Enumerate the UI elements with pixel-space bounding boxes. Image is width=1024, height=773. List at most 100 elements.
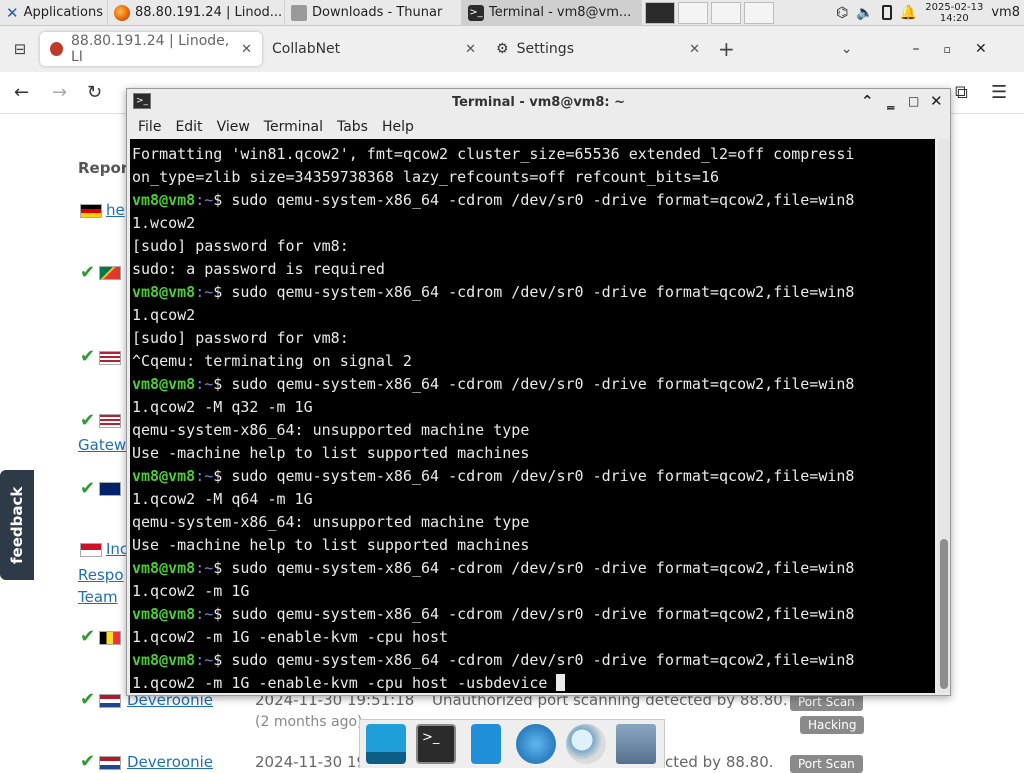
prompt-path: :~ — [195, 467, 214, 485]
shade-window-icon[interactable]: ⌃ — [861, 92, 874, 110]
menu-file[interactable]: File — [131, 119, 168, 135]
tab-label: 88.80.191.24 | Linode, LI — [71, 33, 230, 65]
prompt-path: :~ — [195, 651, 214, 669]
close-tab-icon[interactable]: ✕ — [689, 42, 700, 57]
taskbar-item-thunar[interactable]: Downloads - Thunar — [285, 0, 462, 26]
new-tab-icon[interactable]: + — [718, 37, 735, 61]
terminal-scrollbar[interactable] — [938, 139, 950, 693]
reporter-link[interactable]: he — [106, 201, 125, 219]
minimize-window-icon[interactable]: – — [913, 41, 920, 57]
page-heading: Repor — [78, 159, 129, 177]
output-text: 1.qcow2 -M q32 -m 1G — [132, 398, 313, 416]
workspace-3[interactable] — [711, 1, 741, 24]
close-window-icon[interactable]: ✕ — [930, 92, 943, 110]
volume-icon[interactable]: 🔈 — [856, 5, 873, 21]
network-icon[interactable]: ⌬ — [836, 5, 848, 21]
terminal-output[interactable]: Formatting 'win81.qcow2', fmt=qcow2 clus… — [130, 139, 935, 693]
web-browser-icon[interactable] — [516, 724, 556, 764]
terminal-line: Use -machine help to list supported mach… — [132, 534, 935, 557]
menu-terminal[interactable]: Terminal — [257, 119, 330, 135]
check-icon: ✔ — [80, 626, 96, 647]
report-date: 2024-11-30 19 — [255, 753, 367, 771]
terminal-line: Formatting 'win81.qcow2', fmt=qcow2 clus… — [132, 143, 935, 166]
maximize-window-icon[interactable]: ▫ — [944, 43, 951, 56]
terminal-title-bar[interactable]: >_ Terminal - vm8@vm8: ~ ⌃ ‗ □ ✕ — [127, 89, 950, 115]
show-desktop-icon[interactable] — [366, 724, 406, 764]
workspace-2[interactable] — [678, 1, 708, 24]
output-text: [sudo] password for vm8: — [132, 329, 349, 347]
report-desc: cted by 88.80. — [665, 753, 774, 771]
output-text: 1.qcow2 -M q64 -m 1G — [132, 490, 313, 508]
taskbar-item-firefox[interactable]: 88.80.191.24 | Linod... — [108, 0, 285, 26]
terminal-line: 1.wcow2 — [132, 212, 935, 235]
scrollbar-thumb[interactable] — [940, 539, 948, 689]
file-manager-icon[interactable] — [471, 724, 501, 764]
folder-icon[interactable] — [616, 724, 656, 764]
prompt-path: :~ — [195, 191, 214, 209]
command-text: $ sudo qemu-system-x86_64 -cdrom /dev/sr… — [213, 559, 855, 577]
terminal-line: 1.qcow2 -m 1G — [132, 580, 935, 603]
menu-help[interactable]: Help — [375, 119, 421, 135]
command-text: $ sudo qemu-system-x86_64 -cdrom /dev/sr… — [213, 191, 855, 209]
taskbar-item-terminal[interactable]: >_ Terminal - vm8@vm... — [462, 0, 642, 26]
prompt-path: :~ — [195, 559, 214, 577]
command-text: $ sudo qemu-system-x86_64 -cdrom /dev/sr… — [213, 605, 855, 623]
back-icon[interactable]: ← — [14, 82, 29, 103]
flag-netherlands-icon — [99, 694, 121, 708]
text-cursor — [556, 674, 566, 691]
check-icon: ✔ — [80, 751, 96, 772]
list-tabs-icon[interactable]: ⌄ — [841, 41, 853, 57]
applications-menu-button[interactable]: ✕ Applications ☰ — [0, 0, 108, 26]
reporter-link[interactable]: Gatew — [78, 436, 126, 454]
menu-tabs[interactable]: Tabs — [330, 119, 375, 135]
category-tag: Hacking — [800, 716, 865, 734]
maximize-window-icon[interactable]: □ — [908, 94, 919, 108]
reload-icon[interactable]: ↻ — [87, 82, 102, 103]
forward-icon[interactable]: → — [52, 82, 67, 103]
output-text: Use -machine help to list supported mach… — [132, 536, 530, 554]
clock[interactable]: 2025-02-13 14:20 — [925, 2, 983, 24]
firefox-icon — [114, 4, 130, 21]
output-text: Use -machine help to list supported mach… — [132, 444, 530, 462]
user-name[interactable]: vm8 — [991, 5, 1020, 20]
terminal-line: vm8@vm8:~$ sudo qemu-system-x86_64 -cdro… — [132, 465, 935, 488]
tab-settings[interactable]: ⚙ Settings ✕ — [486, 32, 710, 66]
check-icon: ✔ — [80, 689, 96, 710]
terminal-line: [sudo] password for vm8: — [132, 235, 935, 258]
flag-usa-icon — [99, 351, 121, 365]
taskbar-label: Terminal - vm8@vm... — [489, 5, 632, 20]
workspace-4[interactable] — [744, 1, 774, 24]
reporter-link[interactable]: Team — [78, 588, 118, 606]
tab-collabnet[interactable]: CollabNet ✕ — [262, 32, 486, 66]
close-tab-icon[interactable]: ✕ — [465, 42, 476, 57]
minimize-window-icon[interactable]: ‗ — [887, 92, 895, 110]
menu-view[interactable]: View — [210, 119, 257, 135]
current-input-text: 1.qcow2 -m 1G -enable-kvm -cpu host -usb… — [132, 674, 557, 692]
menu-edit[interactable]: Edit — [168, 119, 209, 135]
output-text: Formatting 'win81.qcow2', fmt=qcow2 clus… — [132, 145, 855, 163]
tab-overview-icon[interactable]: ⊟ — [0, 40, 40, 58]
check-icon: ✔ — [80, 262, 96, 283]
prompt-path: :~ — [195, 283, 214, 301]
workspace-1[interactable] — [645, 1, 675, 24]
terminal-menu-bar: File Edit View Terminal Tabs Help — [127, 115, 950, 139]
terminal-line: 1.qcow2 -m 1G -enable-kvm -cpu host -usb… — [132, 672, 935, 693]
terminal-emulator-icon[interactable]: >_ — [416, 724, 456, 764]
notification-bell-icon[interactable]: 🔔 — [900, 5, 917, 21]
reporter-link[interactable]: Inc — [106, 540, 128, 558]
close-window-icon[interactable]: ✕ — [975, 41, 987, 57]
feedback-button[interactable]: feedback — [0, 470, 34, 580]
close-tab-icon[interactable]: ✕ — [241, 42, 252, 57]
app-finder-icon[interactable] — [566, 724, 606, 764]
tab-linode[interactable]: 88.80.191.24 | Linode, LI ✕ — [40, 32, 262, 66]
terminal-line: vm8@vm8:~$ sudo qemu-system-x86_64 -cdro… — [132, 649, 935, 672]
terminal-line: Use -machine help to list supported mach… — [132, 442, 935, 465]
battery-icon[interactable] — [881, 5, 892, 20]
gear-icon: ⚙ — [496, 41, 509, 57]
extensions-icon[interactable]: ⧉ — [955, 82, 968, 103]
menu-icon[interactable]: ☰ — [991, 82, 1007, 103]
taskbar-label: Downloads - Thunar — [312, 5, 443, 20]
reporter-link[interactable]: Deveroonie — [127, 753, 213, 771]
reporter-link[interactable]: Respo — [78, 566, 124, 584]
flag-germany-icon — [80, 204, 102, 218]
